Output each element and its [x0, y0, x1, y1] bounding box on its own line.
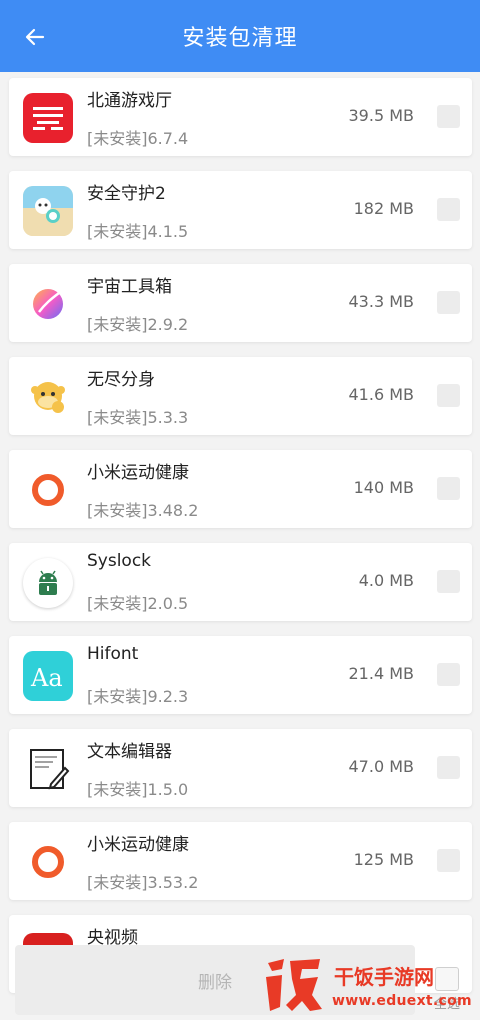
list-item[interactable]: 北通游戏厅 [未安装]6.7.4 39.5 MB: [9, 78, 472, 156]
font-aa-icon: Aa: [23, 651, 73, 701]
list-item[interactable]: 安全守护2 [未安装]4.1.5 182 MB: [9, 171, 472, 249]
watermark-title: 干饭手游网: [334, 965, 434, 989]
app-bar: 安装包清理: [0, 0, 480, 72]
select-checkbox[interactable]: [437, 198, 460, 221]
list-item[interactable]: 无尽分身 [未安装]5.3.3 41.6 MB: [9, 357, 472, 435]
app-size: 47.0 MB: [348, 757, 415, 776]
app-name: 宇宙工具箱: [87, 277, 172, 297]
app-name: 小米运动健康: [87, 463, 189, 483]
select-checkbox[interactable]: [437, 291, 460, 314]
gradient-sphere-icon: [23, 279, 73, 329]
select-checkbox[interactable]: [437, 849, 460, 872]
watermark-logo-icon: [266, 959, 322, 1011]
app-size: 182 MB: [353, 199, 414, 218]
app-size: 4.0 MB: [358, 571, 414, 590]
watermark: 干饭手游网 www.eduext.com: [262, 955, 478, 1017]
app-version: [未安装]1.5.0: [87, 780, 189, 799]
android-lock-icon: [23, 558, 73, 608]
app-name: 无尽分身: [87, 370, 155, 390]
package-list: 北通游戏厅 [未安装]6.7.4 39.5 MB 安全守护2 [未安装]4.1.…: [0, 72, 480, 1020]
select-checkbox[interactable]: [437, 384, 460, 407]
list-item[interactable]: 文本编辑器 [未安装]1.5.0 47.0 MB: [9, 729, 472, 807]
app-size: 43.3 MB: [348, 292, 415, 311]
orange-ring-icon: [23, 837, 73, 887]
app-version: [未安装]2.0.5: [87, 594, 189, 613]
list-item[interactable]: 小米运动健康 [未安装]3.53.2 125 MB: [9, 822, 472, 900]
app-version: [未安装]6.7.4: [87, 129, 189, 148]
list-item[interactable]: Aa Hifont [未安装]9.2.3 21.4 MB: [9, 636, 472, 714]
list-item[interactable]: Syslock [未安装]2.0.5 4.0 MB: [9, 543, 472, 621]
app-size: 41.6 MB: [348, 385, 415, 404]
app-version: [未安装]9.2.3: [87, 687, 189, 706]
app-version: [未安装]3.48.2: [87, 501, 199, 520]
select-checkbox[interactable]: [437, 105, 460, 128]
app-name: 安全守护2: [87, 184, 166, 204]
list-item[interactable]: 宇宙工具箱 [未安装]2.9.2 43.3 MB: [9, 264, 472, 342]
app-name: Syslock: [87, 551, 152, 571]
page-title: 安装包清理: [182, 26, 298, 51]
list-item[interactable]: 小米运动健康 [未安装]3.48.2 140 MB: [9, 450, 472, 528]
app-name: 小米运动健康: [87, 835, 189, 855]
app-version: [未安装]2.9.2: [87, 315, 189, 334]
app-version: [未安装]3.53.2: [87, 873, 199, 892]
svg-text:Aa: Aa: [30, 664, 63, 692]
notepad-pencil-icon: [23, 744, 73, 794]
beach-dog-icon: [23, 186, 73, 236]
monkey-icon: [23, 372, 73, 422]
select-checkbox[interactable]: [437, 570, 460, 593]
betop-icon: [23, 93, 73, 143]
app-name: Hifont: [87, 644, 139, 664]
select-checkbox[interactable]: [437, 663, 460, 686]
app-size: 21.4 MB: [348, 664, 415, 683]
back-button[interactable]: [18, 20, 52, 54]
app-size: 140 MB: [353, 478, 414, 497]
orange-ring-icon: [23, 465, 73, 515]
app-version: [未安装]4.1.5: [87, 222, 189, 241]
app-version: [未安装]5.3.3: [87, 408, 189, 427]
select-checkbox[interactable]: [437, 756, 460, 779]
select-checkbox[interactable]: [437, 477, 460, 500]
app-name: 北通游戏厅: [87, 91, 172, 111]
arrow-left-icon: [25, 28, 45, 46]
app-size: 125 MB: [353, 850, 414, 869]
app-name: 文本编辑器: [87, 742, 172, 762]
delete-label: 删除: [198, 972, 232, 993]
watermark-url: www.eduext.com: [332, 993, 472, 1009]
app-size: 39.5 MB: [348, 106, 415, 125]
